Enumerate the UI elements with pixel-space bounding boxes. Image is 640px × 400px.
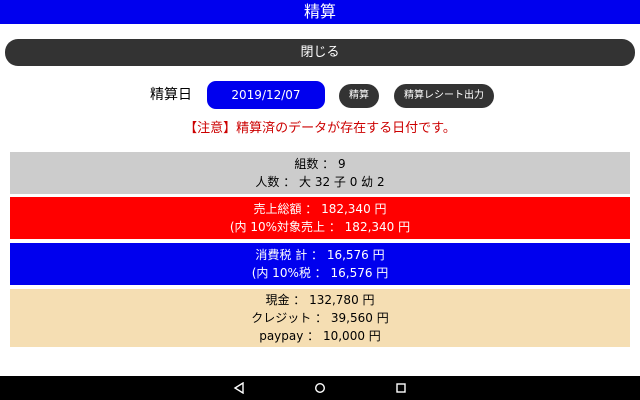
close-button[interactable]: 閉じる bbox=[5, 39, 635, 66]
print-receipt-button[interactable]: 精算レシート出力 bbox=[394, 84, 494, 108]
back-button[interactable] bbox=[219, 376, 259, 400]
system-navigation-bar bbox=[0, 376, 640, 400]
settlement-date-label: 精算日 bbox=[150, 87, 192, 103]
recents-button[interactable] bbox=[381, 376, 421, 400]
credit-amount: クレジット ： 39,560 円 bbox=[251, 311, 389, 325]
paypay-amount: paypay ： 10,000 円 bbox=[259, 329, 381, 343]
total-tax: 消費税 計 ： 16,576 円 bbox=[255, 248, 385, 262]
settlement-date-input[interactable] bbox=[207, 81, 325, 109]
people-count: 人数 ： 大 32 子 0 幼 2 bbox=[255, 175, 385, 189]
payment-panel: 現金 ： 132,780 円 クレジット ： 39,560 円 paypay ：… bbox=[10, 289, 630, 347]
title-bar: 精算 bbox=[0, 0, 640, 24]
back-icon bbox=[233, 382, 244, 394]
group-count: 組数 ： 9 bbox=[294, 157, 346, 171]
page-title: 精算 bbox=[303, 2, 336, 21]
group-count-panel: 組数 ： 9 人数 ： 大 32 子 0 幼 2 bbox=[10, 152, 630, 194]
taxable-sales: (内 10%対象売上 ： 182,340 円 bbox=[229, 220, 411, 234]
total-sales: 売上総額 ： 182,340 円 bbox=[253, 202, 387, 216]
cash-amount: 現金 ： 132,780 円 bbox=[265, 293, 375, 307]
notice-message: 【注意】精算済のデータが存在する日付です。 bbox=[184, 121, 456, 136]
settle-button[interactable]: 精算 bbox=[339, 84, 379, 108]
tax-10-percent: (内 10%税 ： 16,576 円 bbox=[251, 266, 389, 280]
tax-panel: 消費税 計 ： 16,576 円 (内 10%税 ： 16,576 円 bbox=[10, 243, 630, 285]
home-icon bbox=[314, 382, 326, 394]
sales-panel: 売上総額 ： 182,340 円 (内 10%対象売上 ： 182,340 円 bbox=[10, 197, 630, 239]
recents-icon bbox=[396, 383, 406, 393]
home-button[interactable] bbox=[300, 376, 340, 400]
